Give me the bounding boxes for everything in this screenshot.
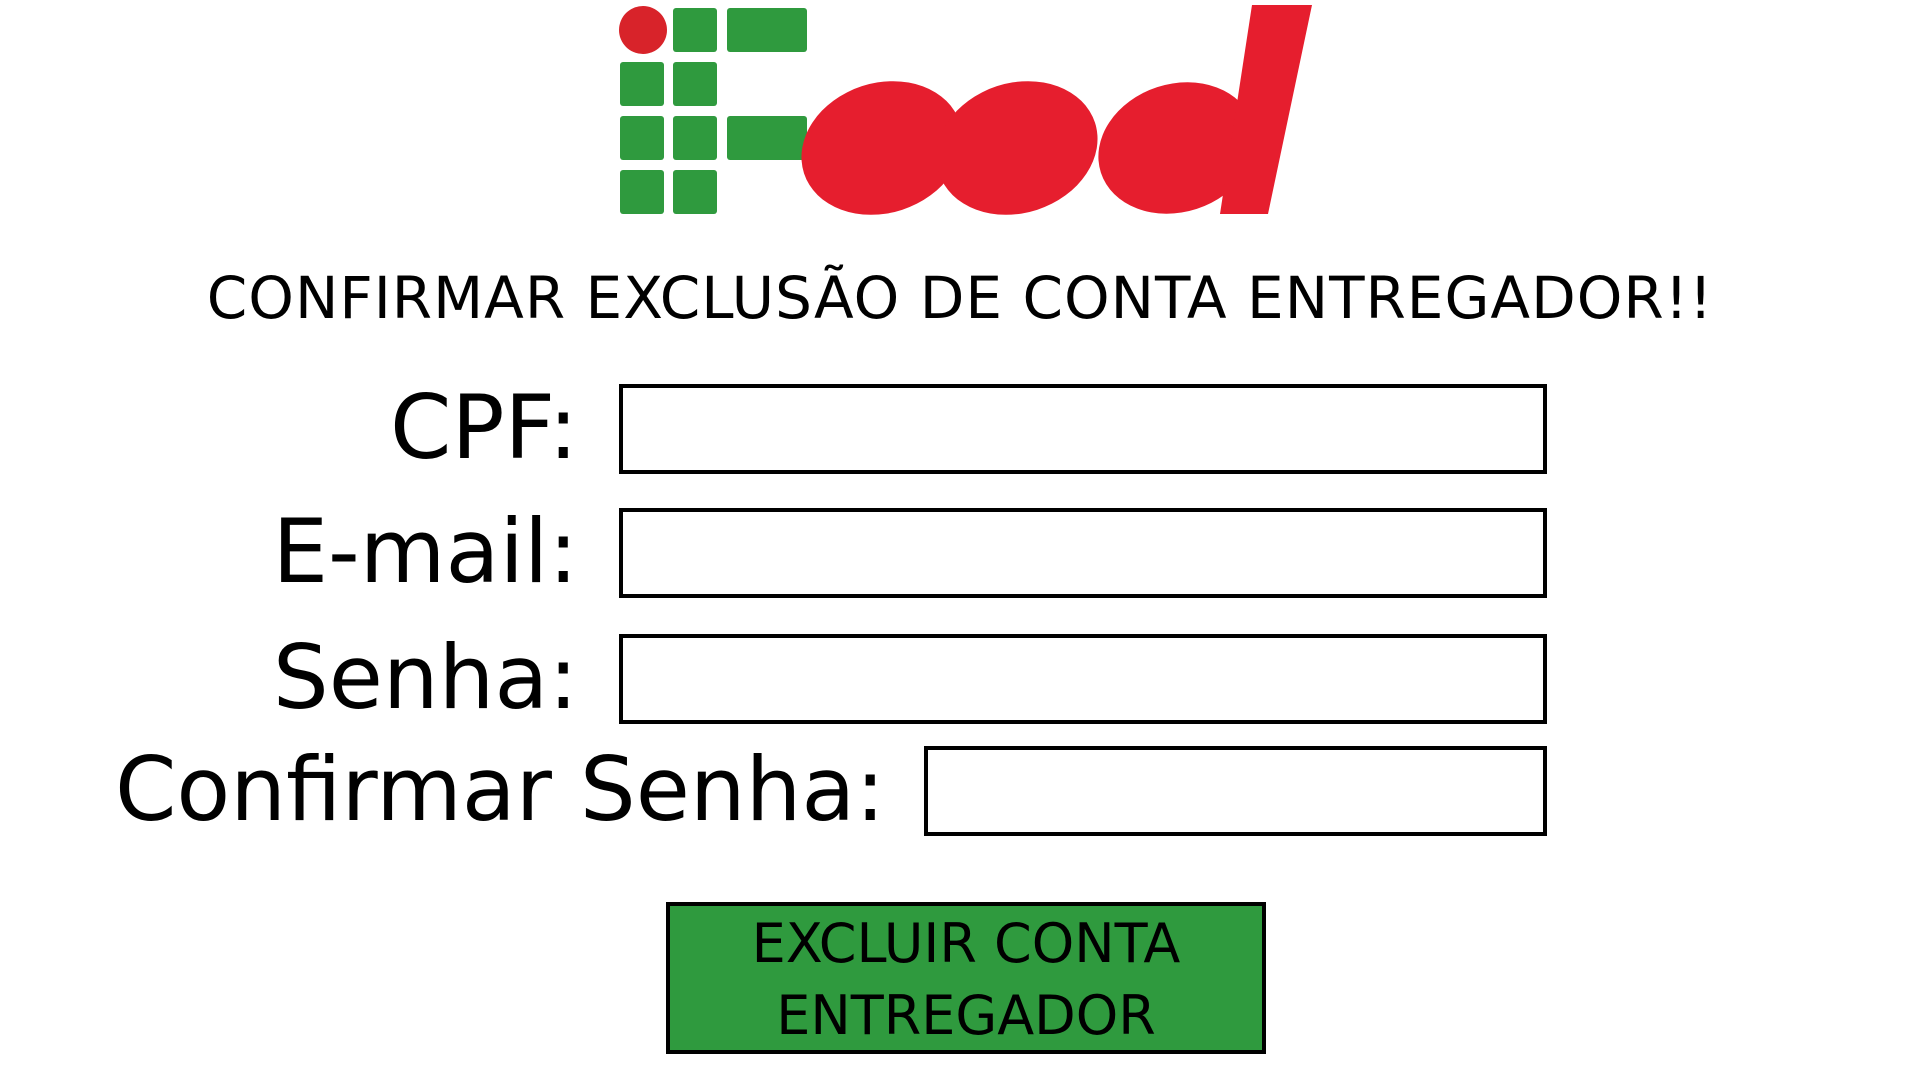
password-label: Senha: xyxy=(272,626,578,729)
delete-button-label-line2: ENTREGADOR xyxy=(776,984,1156,1047)
cpf-input[interactable] xyxy=(619,384,1547,474)
logo-grid-block xyxy=(673,116,717,160)
email-input[interactable] xyxy=(619,508,1547,598)
logo-red-dot xyxy=(619,6,667,54)
logo-grid-block xyxy=(673,62,717,106)
confirm-password-label: Confirmar Senha: xyxy=(114,738,885,841)
logo-grid-block xyxy=(673,170,717,214)
confirm-password-input[interactable] xyxy=(924,746,1547,836)
logo-grid-block xyxy=(620,116,664,160)
page-title: CONFIRMAR EXCLUSÃO DE CONTA ENTREGADOR!! xyxy=(206,264,1714,332)
logo-grid-block xyxy=(620,62,664,106)
logo-grid-block xyxy=(673,8,717,52)
logo-letter-o xyxy=(936,81,1098,215)
logo-grid-block xyxy=(620,170,664,214)
delete-account-button[interactable]: EXCLUIR CONTA ENTREGADOR xyxy=(666,902,1266,1054)
ifood-logo xyxy=(612,0,1332,225)
password-input[interactable] xyxy=(619,634,1547,724)
delete-button-label-line1: EXCLUIR CONTA xyxy=(751,912,1181,975)
logo-grid-block xyxy=(727,8,807,52)
email-label: E-mail: xyxy=(272,500,578,603)
cpf-label: CPF: xyxy=(390,376,578,479)
logo-grid-block xyxy=(727,116,807,160)
ifood-logo-icon xyxy=(619,5,1312,215)
